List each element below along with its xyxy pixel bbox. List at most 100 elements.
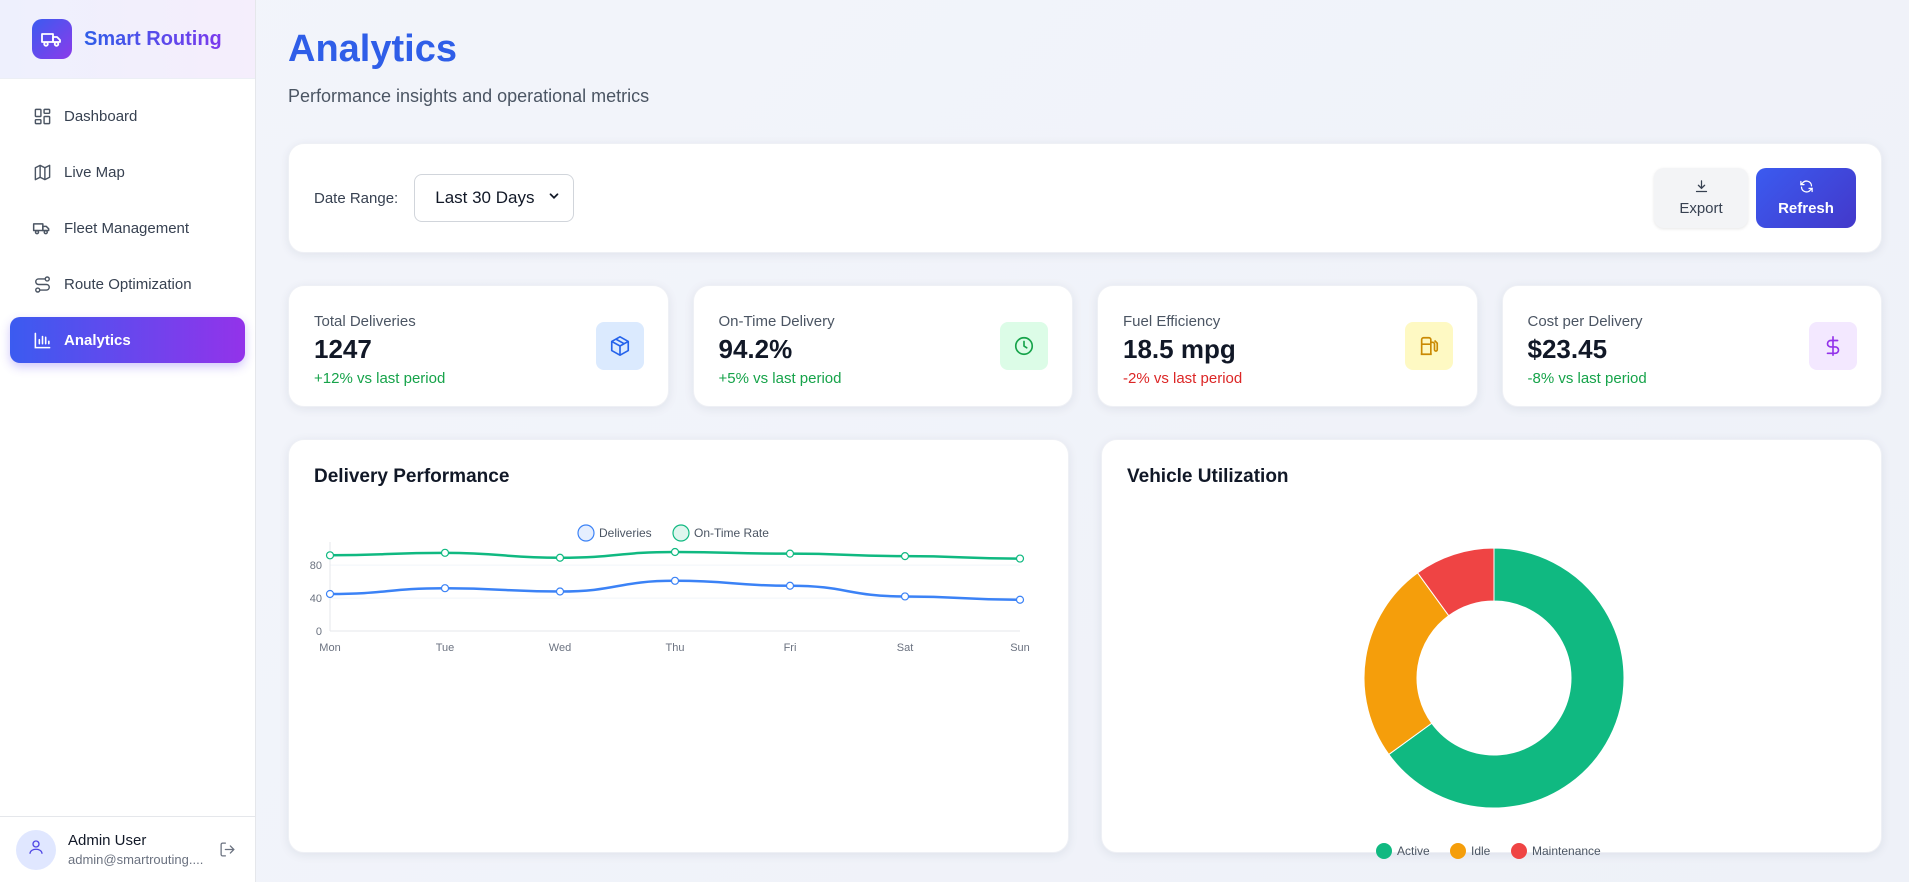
brand-header: Smart Routing bbox=[0, 0, 255, 79]
sidebar-item-label: Analytics bbox=[64, 331, 131, 349]
line-chart-legend: Deliveries On-Time Rate bbox=[577, 524, 769, 542]
data-point[interactable] bbox=[325, 589, 335, 599]
legend-label: Active bbox=[1397, 844, 1430, 858]
dollar-icon bbox=[1809, 322, 1857, 370]
sidebar-item-label: Route Optimization bbox=[64, 275, 192, 293]
data-point[interactable] bbox=[785, 549, 795, 558]
refresh-button[interactable]: Refresh bbox=[1756, 168, 1856, 228]
legend-swatch[interactable] bbox=[1450, 843, 1466, 859]
fuel-icon bbox=[1404, 322, 1453, 370]
chart-title: Vehicle Utilization bbox=[1127, 466, 1289, 487]
sidebar-item-fleet-management[interactable]: Fleet Management bbox=[10, 205, 245, 251]
legend-swatch[interactable] bbox=[1376, 843, 1392, 859]
y-tick-label: 40 bbox=[310, 593, 322, 605]
data-point[interactable] bbox=[440, 584, 450, 593]
brand-name: Smart Routing bbox=[84, 27, 222, 50]
user-email: admin@smartrouting.... bbox=[68, 852, 204, 867]
y-tick-label: 0 bbox=[316, 626, 322, 638]
kpi-on-time-delivery: On-Time Delivery 94.2% +5% vs last perio… bbox=[692, 285, 1073, 407]
data-point[interactable] bbox=[325, 551, 335, 560]
refresh-icon bbox=[1799, 179, 1814, 198]
sidebar-item-analytics[interactable]: Analytics bbox=[10, 317, 245, 363]
data-point[interactable] bbox=[555, 587, 565, 596]
sidebar-item-label: Dashboard bbox=[64, 107, 138, 125]
legend-label: Idle bbox=[1471, 844, 1491, 858]
legend-label: Deliveries bbox=[599, 526, 652, 540]
user-profile: Admin User admin@smartrouting.... bbox=[0, 816, 256, 882]
vehicle-utilization-card: Vehicle Utilization Active Idle Maintenanc… bbox=[1101, 439, 1882, 859]
sidebar-item-live-map[interactable]: Live Map bbox=[10, 149, 245, 195]
data-point[interactable] bbox=[555, 553, 565, 562]
export-button[interactable]: Export bbox=[1654, 168, 1748, 228]
x-tick-label: Wed bbox=[549, 642, 571, 654]
sidebar-item-dashboard[interactable]: Dashboard bbox=[10, 93, 245, 139]
avatar[interactable] bbox=[16, 829, 56, 870]
donut-slices bbox=[1363, 547, 1625, 809]
y-tick-label: 80 bbox=[310, 560, 322, 572]
x-tick-label: Fri bbox=[784, 642, 797, 654]
legend-label: Maintenance bbox=[1532, 844, 1601, 858]
filter-bar: Date Range: Last 30 Days Export Refresh bbox=[288, 143, 1882, 253]
sidebar-item-route-optimization[interactable]: Route Optimization bbox=[10, 261, 245, 307]
dashboard-icon bbox=[32, 106, 52, 126]
truck-icon bbox=[32, 218, 52, 238]
download-icon bbox=[1694, 179, 1709, 198]
kpi-fuel-efficiency: Fuel Efficiency 18.5 mpg -2% vs last per… bbox=[1097, 285, 1478, 407]
kpi-total-deliveries: Total Deliveries 1247 +12% vs last perio… bbox=[288, 285, 669, 407]
data-point[interactable] bbox=[1015, 554, 1025, 563]
route-icon bbox=[32, 274, 52, 294]
data-point[interactable] bbox=[670, 547, 680, 557]
kpi-title: Fuel Efficiency bbox=[1123, 313, 1221, 330]
legend-label: On-Time Rate bbox=[694, 526, 769, 540]
refresh-label: Refresh bbox=[1778, 200, 1834, 217]
legend-swatch[interactable] bbox=[672, 524, 690, 542]
sidebar-item-label: Fleet Management bbox=[64, 219, 190, 237]
kpi-row: Total Deliveries 1247 +12% vs last perio… bbox=[288, 285, 1882, 407]
date-range-value: Last 30 Days bbox=[435, 188, 535, 207]
kpi-title: Total Deliveries bbox=[314, 313, 416, 330]
x-tick-label: Sat bbox=[897, 642, 914, 654]
map-icon bbox=[32, 162, 52, 182]
legend-swatch[interactable] bbox=[577, 524, 595, 542]
data-point[interactable] bbox=[440, 548, 450, 557]
truck-logo-icon bbox=[32, 19, 72, 59]
data-point[interactable] bbox=[670, 576, 680, 585]
date-range-label: Date Range: bbox=[314, 189, 399, 207]
sidebar-nav: Dashboard Live Map Fleet Management Rout… bbox=[0, 79, 255, 363]
user-icon bbox=[27, 838, 45, 861]
page-title: Analytics bbox=[288, 28, 457, 70]
kpi-value: $23.45 bbox=[1527, 334, 1608, 364]
data-point[interactable] bbox=[1015, 595, 1025, 604]
line-chart: Deliveries On-Time Rate 0 40 80 Mon Tue Wed Thu… bbox=[310, 524, 1030, 654]
user-name: Admin User bbox=[68, 832, 147, 849]
legend-swatch[interactable] bbox=[1511, 843, 1527, 859]
donut-legend: Active Idle Maintenance bbox=[1376, 843, 1601, 859]
delivery-performance-card: Delivery Performance Deliveries On-Time R… bbox=[288, 439, 1069, 853]
kpi-delta: -2% vs last period bbox=[1123, 370, 1243, 387]
export-label: Export bbox=[1679, 200, 1723, 217]
data-point[interactable] bbox=[785, 581, 795, 590]
x-tick-label: Thu bbox=[666, 642, 685, 654]
kpi-title: On-Time Delivery bbox=[718, 313, 835, 330]
kpi-value: 18.5 mpg bbox=[1123, 334, 1236, 364]
package-icon bbox=[595, 322, 644, 370]
sidebar-item-label: Live Map bbox=[64, 163, 125, 181]
kpi-cost-per-delivery: Cost per Delivery $23.45 -8% vs last per… bbox=[1501, 285, 1882, 407]
x-tick-label: Tue bbox=[436, 642, 455, 654]
kpi-delta: +5% vs last period bbox=[718, 370, 842, 387]
kpi-value: 1247 bbox=[314, 334, 372, 364]
x-tick-label: Sun bbox=[1010, 642, 1030, 654]
bar-chart-icon bbox=[32, 330, 52, 350]
logout-icon[interactable] bbox=[219, 841, 236, 863]
date-range-select[interactable]: Last 30 Days bbox=[414, 174, 575, 222]
donut-chart: Active Idle Maintenance bbox=[1363, 547, 1625, 859]
line-chart-series bbox=[325, 547, 1025, 604]
sidebar: Smart Routing Dashboard Live Map Fleet M… bbox=[0, 0, 256, 882]
data-point[interactable] bbox=[900, 552, 910, 561]
kpi-delta: +12% vs last period bbox=[314, 370, 446, 387]
chart-title: Delivery Performance bbox=[314, 466, 510, 487]
data-point[interactable] bbox=[900, 592, 910, 601]
line-chart-grid bbox=[330, 564, 1020, 632]
pie-slice[interactable] bbox=[1363, 572, 1450, 756]
kpi-value: 94.2% bbox=[718, 334, 793, 364]
